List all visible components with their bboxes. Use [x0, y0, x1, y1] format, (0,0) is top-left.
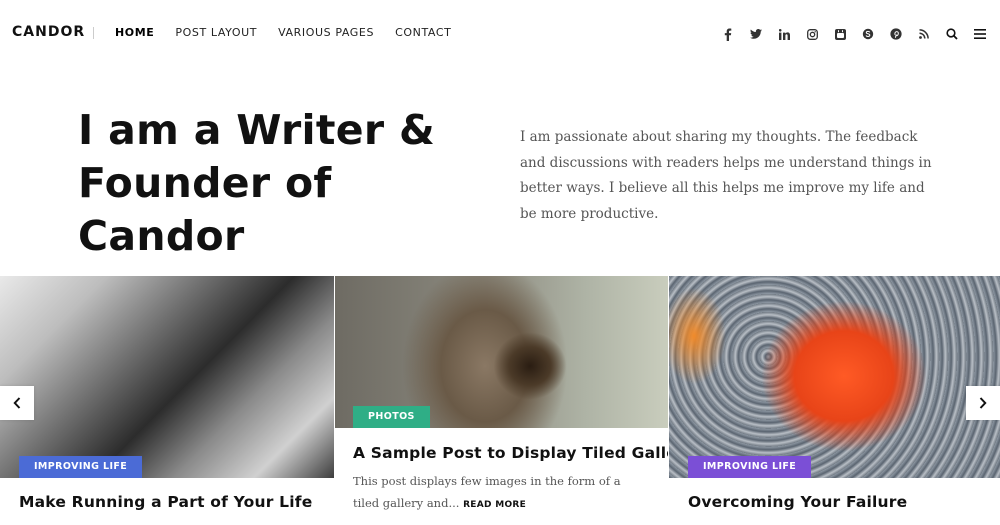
- chevron-left-icon: [13, 397, 21, 409]
- nav-contact[interactable]: CONTACT: [395, 26, 451, 39]
- site-logo[interactable]: CANDOR: [12, 24, 85, 40]
- search-icon[interactable]: [938, 26, 966, 42]
- post-title[interactable]: Make Running a Part of Your Life: [19, 493, 312, 511]
- rss-icon[interactable]: [910, 26, 938, 42]
- post-card[interactable]: PHOTOS A Sample Post to Display Tiled Ga…: [335, 276, 668, 525]
- linkedin-icon[interactable]: [770, 26, 798, 42]
- hero-title-line1: I am a Writer &: [78, 106, 436, 154]
- post-image-leaf[interactable]: [669, 276, 1000, 478]
- category-badge[interactable]: IMPROVING LIFE: [688, 456, 812, 478]
- category-badge[interactable]: IMPROVING LIFE: [19, 456, 143, 478]
- post-card[interactable]: IMPROVING LIFE Make Running a Part of Yo…: [0, 276, 334, 525]
- social-icons: [714, 26, 994, 42]
- facebook-icon[interactable]: [714, 26, 742, 42]
- skype-icon[interactable]: [854, 26, 882, 42]
- post-title[interactable]: A Sample Post to Display Tiled Gallery: [353, 444, 668, 462]
- post-card-body: Make Running a Part of Your Life: [0, 478, 334, 525]
- post-card[interactable]: IMPROVING LIFE Overcoming Your Failure: [669, 276, 1000, 525]
- main-nav: HOME POST LAYOUT VARIOUS PAGES CONTACT: [115, 26, 472, 39]
- read-more-link[interactable]: READ MORE: [463, 500, 526, 510]
- featured-posts-slider: IMPROVING LIFE Make Running a Part of Yo…: [0, 276, 1000, 525]
- post-excerpt: This post displays few images in the for…: [353, 470, 643, 516]
- post-title[interactable]: Overcoming Your Failure: [688, 493, 907, 511]
- chevron-right-icon: [979, 397, 987, 409]
- twitter-icon[interactable]: [742, 26, 770, 42]
- hero-title: I am a Writer & Founder of Candor: [78, 104, 508, 263]
- nav-various-pages[interactable]: VARIOUS PAGES: [278, 26, 374, 39]
- pinterest-icon[interactable]: [882, 26, 910, 42]
- hero-title-line2: Founder of Candor: [78, 159, 332, 260]
- category-badge[interactable]: PHOTOS: [353, 406, 430, 428]
- menu-icon[interactable]: [966, 26, 994, 42]
- instagram-icon[interactable]: [798, 26, 826, 42]
- post-card-body: A Sample Post to Display Tiled Gallery T…: [335, 428, 668, 525]
- hero-description: I am passionate about sharing my thought…: [520, 129, 932, 222]
- youtube-icon[interactable]: [826, 26, 854, 42]
- slider-prev-button[interactable]: [0, 386, 34, 420]
- logo-divider: [93, 27, 94, 39]
- post-image-runners[interactable]: [0, 276, 334, 478]
- site-header: CANDOR HOME POST LAYOUT VARIOUS PAGES CO…: [0, 0, 1000, 66]
- post-card-body: Overcoming Your Failure: [669, 478, 1000, 525]
- nav-home[interactable]: HOME: [115, 26, 154, 39]
- nav-post-layout[interactable]: POST LAYOUT: [175, 26, 257, 39]
- slider-next-button[interactable]: [966, 386, 1000, 420]
